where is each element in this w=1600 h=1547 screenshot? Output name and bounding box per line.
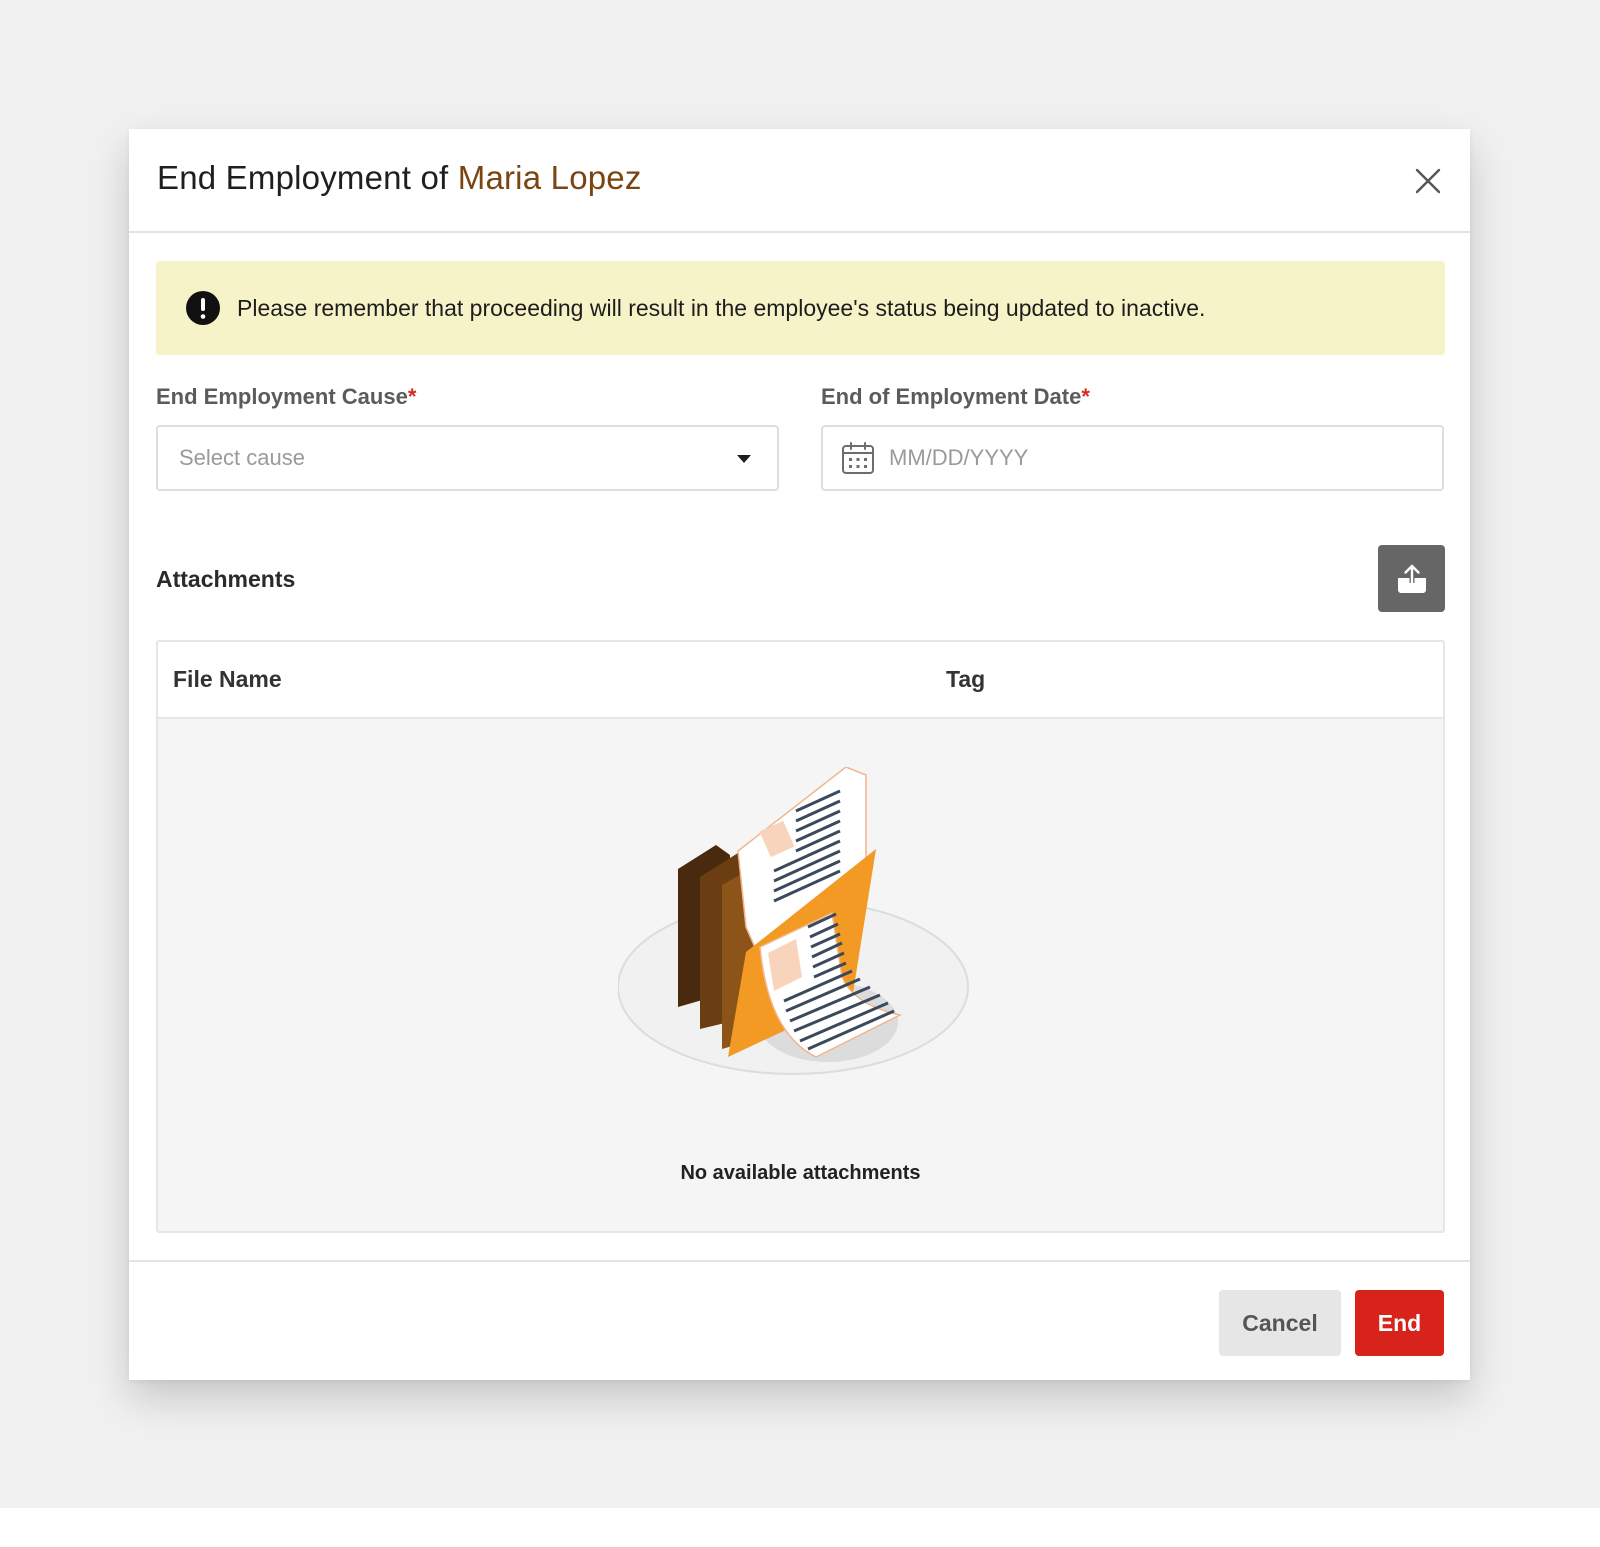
end-employment-button[interactable]: End bbox=[1355, 1290, 1444, 1356]
close-icon bbox=[1415, 168, 1441, 194]
empty-state-message: No available attachments bbox=[680, 1162, 921, 1184]
cause-placeholder: Select cause bbox=[179, 445, 305, 470]
column-header-tag: Tag bbox=[946, 666, 986, 692]
cause-label-text: End Employment Cause bbox=[156, 384, 408, 409]
dialog-title: End Employment of Maria Lopez bbox=[157, 159, 642, 197]
attachments-table: File Name Tag No available attachments bbox=[156, 640, 1445, 1233]
date-input[interactable]: MM/DD/YYYY bbox=[821, 425, 1444, 491]
date-placeholder: MM/DD/YYYY bbox=[889, 445, 1029, 470]
alert-message: Please remember that proceeding will res… bbox=[237, 294, 1206, 321]
dialog-header: End Employment of Maria Lopez bbox=[129, 129, 1470, 233]
dialog-footer: Cancel End bbox=[129, 1260, 1470, 1380]
attachments-heading: Attachments bbox=[156, 566, 296, 592]
exclamation-circle-icon bbox=[186, 291, 220, 325]
required-marker: * bbox=[1081, 384, 1090, 409]
dialog-title-prefix: End Employment of bbox=[157, 159, 458, 196]
end-employment-dialog: End Employment of Maria Lopez Please rem… bbox=[129, 129, 1470, 1380]
date-label: End of Employment Date* bbox=[821, 384, 1090, 410]
required-marker: * bbox=[407, 384, 417, 409]
cancel-button[interactable]: Cancel bbox=[1219, 1290, 1341, 1356]
employee-name: Maria Lopez bbox=[457, 159, 642, 196]
upload-icon bbox=[1397, 564, 1426, 593]
column-header-file-name: File Name bbox=[173, 666, 282, 692]
upload-attachment-button[interactable] bbox=[1378, 545, 1445, 612]
cause-select[interactable]: Select cause bbox=[156, 425, 779, 491]
empty-folder-illustration bbox=[618, 767, 969, 1075]
chevron-down-icon bbox=[737, 455, 751, 463]
inactive-warning-alert: Please remember that proceeding will res… bbox=[156, 261, 1445, 355]
close-button[interactable] bbox=[1408, 161, 1448, 201]
cause-label: End Employment Cause* bbox=[156, 384, 416, 410]
calendar-icon bbox=[842, 442, 874, 474]
table-header-row: File Name Tag bbox=[158, 642, 1443, 719]
date-label-text: End of Employment Date bbox=[821, 384, 1082, 409]
